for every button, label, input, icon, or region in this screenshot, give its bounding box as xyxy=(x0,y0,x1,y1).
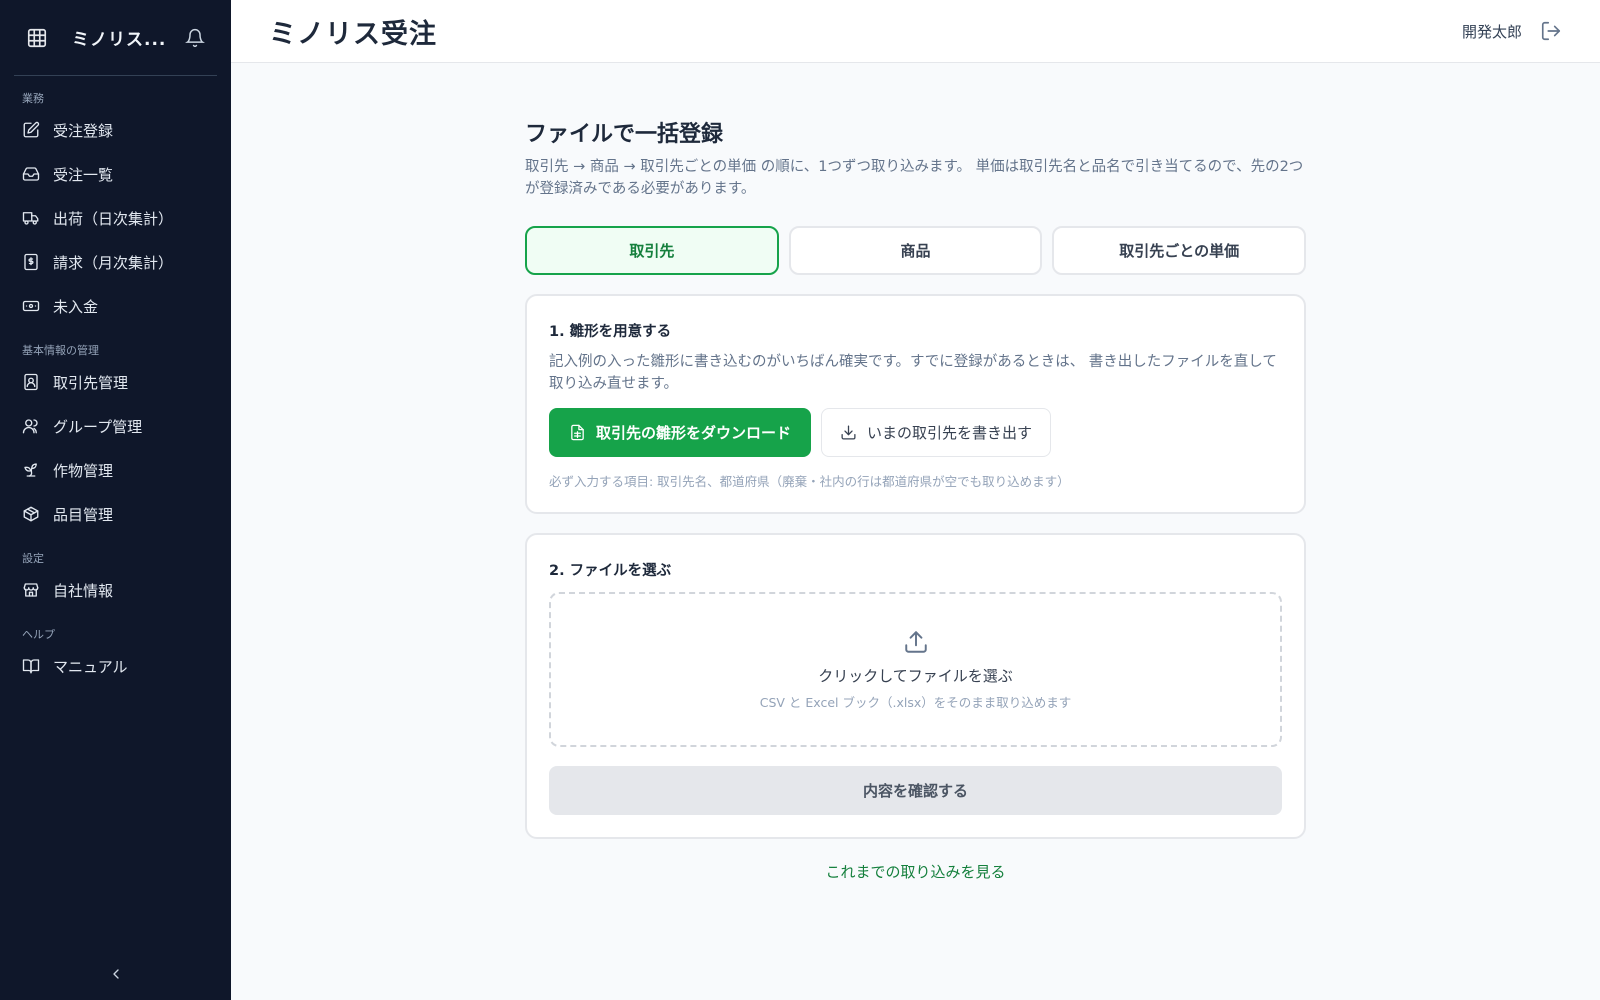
sidebar-collapse-button[interactable] xyxy=(0,966,231,982)
step2-title: 2. ファイルを選ぶ xyxy=(549,563,672,579)
sidebar-item-label: 取引先管理 xyxy=(53,373,129,392)
sidebar-item-clients[interactable]: 取引先管理 xyxy=(0,360,231,404)
import-history-link[interactable]: これまでの取り込みを見る xyxy=(525,861,1306,882)
sidebar-item-products[interactable]: 品目管理 xyxy=(0,492,231,536)
edit-icon xyxy=(23,121,40,138)
store-icon xyxy=(23,583,39,597)
file-select-card: 2. ファイルを選ぶ クリックしてファイルを選ぶ CSV と Excel ブック… xyxy=(525,533,1306,839)
bell-icon[interactable] xyxy=(185,28,205,48)
sidebar-item-company-info[interactable]: 自社情報 xyxy=(0,568,231,612)
sidebar-item-label: 未入金 xyxy=(53,297,99,316)
sidebar-item-groups[interactable]: グループ管理 xyxy=(0,404,231,448)
page-title: ミノリス受注 xyxy=(269,18,437,50)
step1-description: 記入例の入った雛形に書き込むのがいちばん確実です。すでに登録があるときは、 書き… xyxy=(549,354,1277,392)
section-description: 取引先 → 商品 → 取引先ごとの単価 の順に、1つずつ取り込みます。 単価は取… xyxy=(525,159,1304,197)
confirm-content-button[interactable]: 内容を確認する xyxy=(549,766,1282,815)
main-content: ファイルで一括登録 取引先 → 商品 → 取引先ごとの単価 の順に、1つずつ取り… xyxy=(525,116,1307,882)
sidebar-item-label: 請求（月次集計） xyxy=(53,253,174,272)
sidebar-item-label: 自社情報 xyxy=(53,581,114,600)
template-card: 1. 雛形を用意する 記入例の入った雛形に書き込むのがいちばん確実です。すでに登… xyxy=(525,294,1306,514)
sidebar-item-label: 受注一覧 xyxy=(53,165,114,184)
sidebar-item-label: 出荷（日次集計） xyxy=(53,209,174,228)
download-icon xyxy=(841,425,856,440)
sidebar-item-crops[interactable]: 作物管理 xyxy=(0,448,231,492)
sidebar-item-label: 作物管理 xyxy=(53,461,114,480)
sidebar-app-title: ミノリス... xyxy=(72,30,167,50)
tab-products[interactable]: 商品 xyxy=(788,226,1043,275)
sidebar: ミノリス... 業務 受注登録 受注一覧 出荷（日次集計） 請求（月次集計） 未… xyxy=(0,0,231,1000)
chevron-left-icon xyxy=(112,969,119,979)
tab-clients[interactable]: 取引先 xyxy=(525,226,779,275)
dropzone-title: クリックしてファイルを選ぶ xyxy=(818,666,1013,685)
cash-icon xyxy=(22,300,40,312)
sidebar-section-label: 業務 xyxy=(22,92,44,105)
sidebar-item-unpaid[interactable]: 未入金 xyxy=(0,284,231,328)
grid-icon[interactable] xyxy=(26,27,48,49)
sidebar-item-label: 受注登録 xyxy=(53,121,114,140)
sidebar-item-label: グループ管理 xyxy=(53,417,143,436)
book-icon xyxy=(22,659,40,674)
required-fields-note: 必ず入力する項目: 取引先名、都道府県（廃棄・社内の行は都道府県が空でも取り込め… xyxy=(549,474,1070,489)
import-type-tabs: 取引先 商品 取引先ごとの単価 xyxy=(525,226,1307,275)
sidebar-item-order-entry[interactable]: 受注登録 xyxy=(0,108,231,152)
export-clients-button[interactable]: いまの取引先を書き出す xyxy=(821,408,1052,457)
user-name: 開発太郎 xyxy=(1461,22,1522,41)
sidebar-item-manual[interactable]: マニュアル xyxy=(0,644,231,688)
inbox-icon xyxy=(22,167,40,181)
file-dropzone[interactable]: クリックしてファイルを選ぶ CSV と Excel ブック（.xlsx）をそのま… xyxy=(549,592,1282,747)
users-icon xyxy=(22,419,38,434)
sidebar-section-label: 設定 xyxy=(22,552,44,565)
sidebar-item-billing[interactable]: 請求（月次集計） xyxy=(0,240,231,284)
sidebar-header: ミノリス... xyxy=(14,0,217,76)
dropzone-subtitle: CSV と Excel ブック（.xlsx）をそのまま取り込めます xyxy=(759,694,1072,710)
package-icon xyxy=(23,506,39,522)
logout-icon[interactable] xyxy=(1540,20,1562,42)
sidebar-section-label: 基本情報の管理 xyxy=(22,344,99,357)
sidebar-item-label: 品目管理 xyxy=(53,505,114,524)
download-template-button[interactable]: 取引先の雛形をダウンロード xyxy=(549,408,812,457)
invoice-icon xyxy=(24,253,38,271)
section-heading: ファイルで一括登録 xyxy=(525,122,724,147)
sidebar-item-order-list[interactable]: 受注一覧 xyxy=(0,152,231,196)
sidebar-item-label: マニュアル xyxy=(53,657,128,676)
upload-icon xyxy=(904,630,927,653)
contact-icon xyxy=(24,373,38,391)
step1-title: 1. 雛形を用意する xyxy=(549,324,672,340)
truck-icon xyxy=(22,212,39,225)
file-sheet-icon xyxy=(571,424,584,441)
sidebar-section-label: ヘルプ xyxy=(22,628,55,641)
sidebar-item-shipping[interactable]: 出荷（日次集計） xyxy=(0,196,231,240)
download-template-label: 取引先の雛形をダウンロード xyxy=(596,424,792,442)
top-header: ミノリス受注 開発太郎 xyxy=(231,0,1600,63)
template-buttons: 取引先の雛形をダウンロード いまの取引先を書き出す xyxy=(549,408,1282,457)
sprout-icon xyxy=(24,463,37,477)
tab-client-prices[interactable]: 取引先ごとの単価 xyxy=(1052,226,1307,275)
export-clients-label: いまの取引先を書き出す xyxy=(867,424,1033,442)
